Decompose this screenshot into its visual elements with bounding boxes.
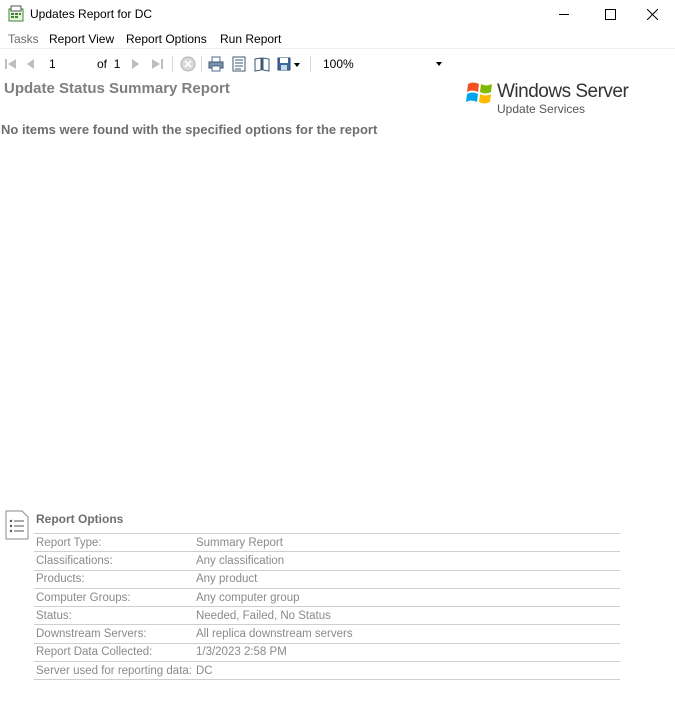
page-of-label: of 1 — [97, 57, 120, 71]
page-number-input[interactable] — [44, 55, 95, 72]
title-bar: Updates Report for DC — [0, 0, 675, 28]
page-total: 1 — [113, 57, 121, 71]
table-row: Computer Groups: Any computer group — [34, 587, 620, 607]
windows-server-logo: Windows Server Update Services — [465, 78, 629, 118]
toolbar-separator — [201, 56, 202, 72]
table-row: Downstream Servers: All replica downstre… — [34, 624, 620, 644]
zoom-select[interactable]: 100% — [318, 55, 446, 73]
toolbar-separator — [172, 56, 173, 72]
logo-main-text: Windows Server — [497, 81, 629, 102]
menu-bar: Tasks Report View Report Options Run Rep… — [0, 29, 675, 49]
table-row: Status: Needed, Failed, No Status — [34, 606, 620, 625]
close-icon — [646, 8, 658, 20]
option-label: Products: — [34, 569, 194, 589]
menu-report-view[interactable]: Report View — [49, 32, 114, 46]
menu-separator — [0, 48, 675, 49]
report-options-icon — [5, 510, 29, 540]
report-title: Update Status Summary Report — [4, 80, 230, 97]
page-setup-icon[interactable] — [253, 55, 271, 73]
table-row: Classifications: Any classification — [34, 551, 620, 571]
option-value: 1/3/2023 2:58 PM — [193, 642, 620, 662]
maximize-button[interactable] — [587, 0, 633, 28]
of-text: of — [97, 57, 108, 71]
report-options-table: Report Type: Summary Report Classificati… — [34, 532, 620, 681]
table-row: Products: Any product — [34, 569, 620, 589]
option-value: DC — [193, 661, 620, 681]
minimize-button[interactable] — [541, 0, 587, 28]
table-row: Report Type: Summary Report — [34, 532, 620, 552]
report-toolbar: of 1 100% — [0, 52, 675, 76]
minimize-icon — [558, 13, 569, 15]
option-label: Classifications: — [34, 551, 194, 571]
option-value: Summary Report — [193, 532, 620, 552]
option-label: Server used for reporting data: — [34, 661, 194, 681]
no-items-message: No items were found with the specified o… — [1, 122, 378, 137]
print-layout-icon[interactable] — [230, 55, 248, 73]
option-value: Any product — [193, 569, 620, 589]
option-label: Report Type: — [34, 532, 194, 552]
menu-tasks[interactable]: Tasks — [8, 32, 39, 46]
table-row: Report Data Collected: 1/3/2023 2:58 PM — [34, 642, 620, 662]
print-icon[interactable] — [207, 55, 225, 73]
option-value: Any classification — [193, 551, 620, 571]
option-label: Report Data Collected: — [34, 642, 194, 662]
maximize-icon — [604, 8, 616, 20]
zoom-value: 100% — [323, 57, 354, 71]
export-icon[interactable] — [276, 55, 300, 73]
menu-report-options[interactable]: Report Options — [126, 32, 207, 46]
option-label: Downstream Servers: — [34, 624, 194, 644]
option-value: Needed, Failed, No Status — [193, 606, 620, 625]
logo-sub-text: Update Services — [497, 102, 586, 116]
report-options-title: Report Options — [36, 512, 124, 526]
report-app-icon — [8, 5, 24, 22]
option-label: Status: — [34, 606, 194, 625]
chevron-down-icon — [436, 62, 442, 66]
option-value: Any computer group — [193, 587, 620, 607]
menu-run-report[interactable]: Run Report — [220, 32, 281, 46]
last-page-icon[interactable] — [148, 55, 166, 73]
stop-icon[interactable] — [179, 55, 197, 73]
toolbar-separator — [310, 56, 311, 72]
next-page-icon[interactable] — [126, 55, 144, 73]
windows-flag-icon — [466, 82, 492, 104]
option-value: All replica downstream servers — [193, 624, 620, 644]
previous-page-icon[interactable] — [22, 55, 40, 73]
first-page-icon[interactable] — [2, 55, 20, 73]
close-button[interactable] — [629, 0, 675, 28]
window-title: Updates Report for DC — [30, 7, 153, 21]
option-label: Computer Groups: — [34, 587, 194, 607]
table-row: Server used for reporting data: DC — [34, 661, 620, 681]
